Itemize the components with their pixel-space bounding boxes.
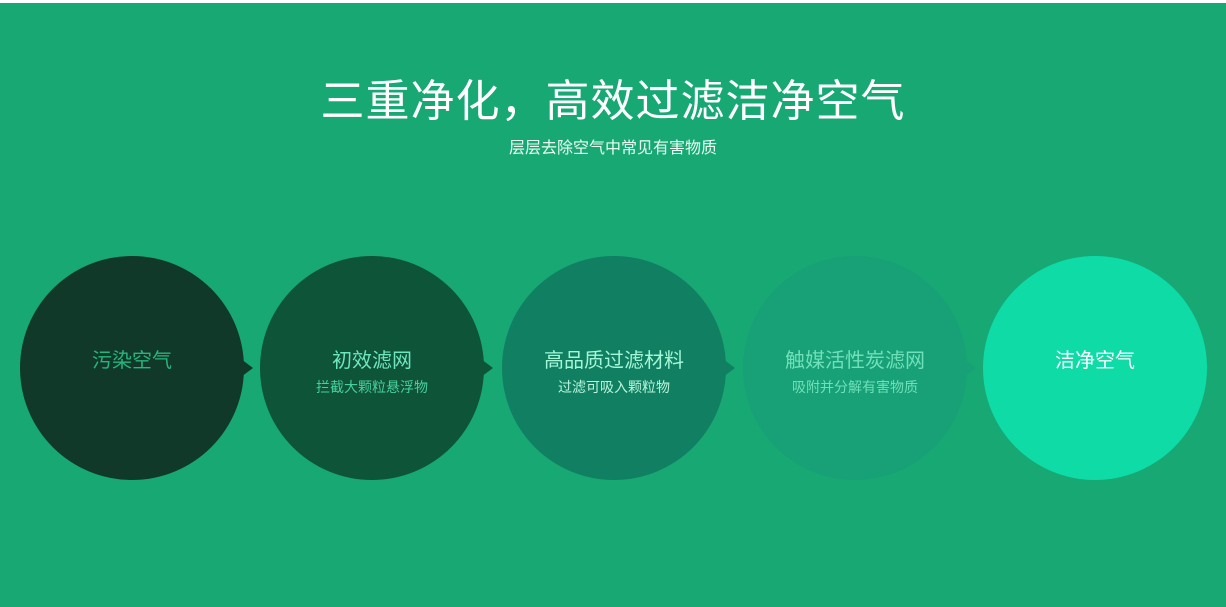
step-description: 拦截大颗粒悬浮物 <box>316 380 428 396</box>
step-hq-filter-material: 高品质过滤材料 过滤可吸入颗粒物 <box>502 256 735 480</box>
step-polluted-air: 污染空气 <box>20 256 253 480</box>
step-label: 污染空气 <box>92 348 172 372</box>
banner-title: 三重净化，高效过滤洁净空气 <box>320 76 906 127</box>
step-label: 触媒活性炭滤网 <box>785 348 925 372</box>
step-carbon-filter: 触媒活性炭滤网 吸附并分解有害物质 <box>743 256 976 480</box>
step-primary-filter: 初效滤网 拦截大颗粒悬浮物 <box>260 256 493 480</box>
banner-subtitle: 层层去除空气中常见有害物质 <box>508 138 717 157</box>
step-label: 高品质过滤材料 <box>544 348 684 372</box>
step-clean-air: 洁净空气 <box>983 256 1207 480</box>
step-label: 洁净空气 <box>1055 348 1135 372</box>
purification-banner: 三重净化，高效过滤洁净空气 层层去除空气中常见有害物质 污染空气 初效滤网 拦截… <box>0 3 1226 607</box>
step-label: 初效滤网 <box>332 348 412 372</box>
step-description: 吸附并分解有害物质 <box>792 380 918 396</box>
step-description: 过滤可吸入颗粒物 <box>558 380 670 396</box>
